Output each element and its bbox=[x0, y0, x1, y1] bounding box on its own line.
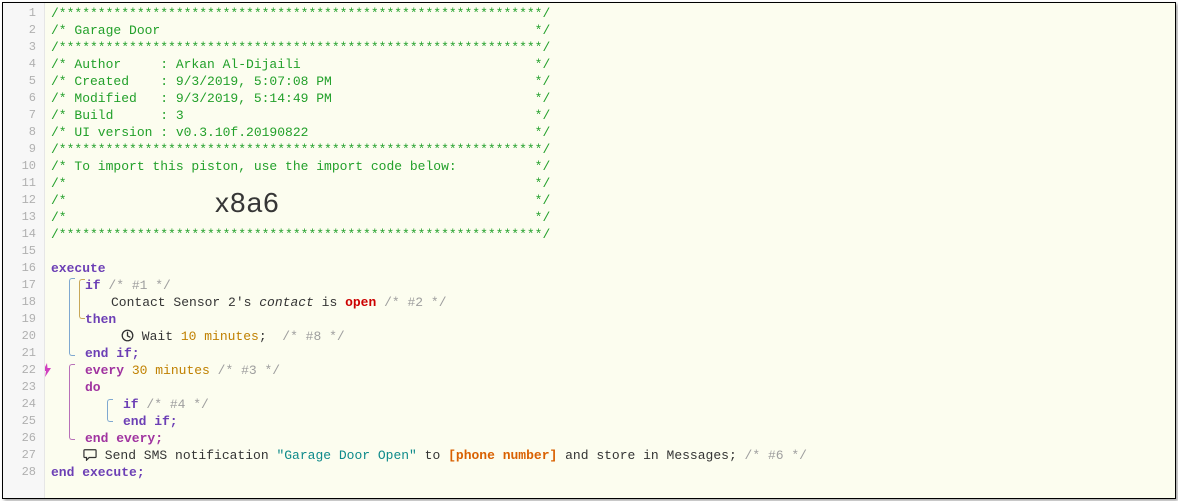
kw-execute[interactable]: execute bbox=[51, 261, 106, 276]
kw-then[interactable]: then bbox=[85, 312, 116, 327]
code-area[interactable]: x8a6 /**********************************… bbox=[45, 3, 1175, 498]
kw-if[interactable]: if bbox=[85, 278, 101, 293]
comment-author: /* Author : Arkan Al-Dijaili */ bbox=[51, 57, 550, 72]
semi: ; bbox=[259, 329, 267, 344]
comment-blank: /* */ bbox=[51, 210, 550, 225]
text: and store in Messages; bbox=[557, 448, 744, 463]
unit-minutes: minutes bbox=[155, 363, 210, 378]
sms-text: "Garage Door Open" bbox=[276, 448, 416, 463]
comment-title: /* Garage Door */ bbox=[51, 23, 550, 38]
kw-every[interactable]: every bbox=[85, 363, 124, 378]
cm-4: /* #4 */ bbox=[146, 397, 208, 412]
kw-end-if-inner[interactable]: end if; bbox=[123, 414, 178, 429]
text: is bbox=[314, 295, 345, 310]
comment-modified: /* Modified : 9/3/2019, 5:14:49 PM */ bbox=[51, 91, 550, 106]
device-name[interactable]: Contact Sensor 2 bbox=[111, 295, 236, 310]
kw-do[interactable]: do bbox=[85, 380, 101, 395]
phone-number[interactable]: [phone number] bbox=[448, 448, 557, 463]
kw-end-execute[interactable]: end execute; bbox=[51, 465, 145, 480]
kw-end-if[interactable]: end if; bbox=[85, 346, 140, 361]
comment-created: /* Created : 9/3/2019, 5:07:08 PM */ bbox=[51, 74, 550, 89]
cm-3: /* #3 */ bbox=[218, 363, 280, 378]
num-10: 10 bbox=[181, 329, 197, 344]
cm-8: /* #8 */ bbox=[282, 329, 344, 344]
comment-sep: /***************************************… bbox=[51, 142, 550, 157]
cm-1: /* #1 */ bbox=[108, 278, 170, 293]
state-open: open bbox=[345, 295, 376, 310]
kw-if-inner[interactable]: if bbox=[123, 397, 139, 412]
text: 's bbox=[236, 295, 259, 310]
num-30: 30 bbox=[132, 363, 148, 378]
message-icon bbox=[83, 448, 97, 461]
text-send: Send SMS notification bbox=[97, 448, 276, 463]
comment-ui-version: /* UI version : v0.3.10f.20190822 */ bbox=[51, 125, 550, 140]
comment-import-label: /* To import this piston, use the import… bbox=[51, 159, 550, 174]
comment-build: /* Build : 3 */ bbox=[51, 108, 550, 123]
code-viewer: 1234 5678 9101112 13141516 17181920 2122… bbox=[2, 2, 1176, 499]
attr-contact: contact bbox=[259, 295, 314, 310]
comment-sep: /***************************************… bbox=[51, 227, 550, 242]
text: to bbox=[417, 448, 448, 463]
unit-minutes: minutes bbox=[196, 329, 258, 344]
line-number-gutter: 1234 5678 9101112 13141516 17181920 2122… bbox=[3, 3, 45, 498]
comment-blank: /* */ bbox=[51, 176, 550, 191]
comment-blank: /* */ bbox=[51, 193, 550, 208]
clock-icon bbox=[121, 329, 134, 342]
cm-2: /* #2 */ bbox=[384, 295, 446, 310]
cm-6: /* #6 */ bbox=[745, 448, 807, 463]
kw-end-every[interactable]: end every; bbox=[85, 431, 163, 446]
text-wait: Wait bbox=[134, 329, 181, 344]
comment-header: /***************************************… bbox=[51, 6, 550, 21]
comment-header: /***************************************… bbox=[51, 40, 550, 55]
